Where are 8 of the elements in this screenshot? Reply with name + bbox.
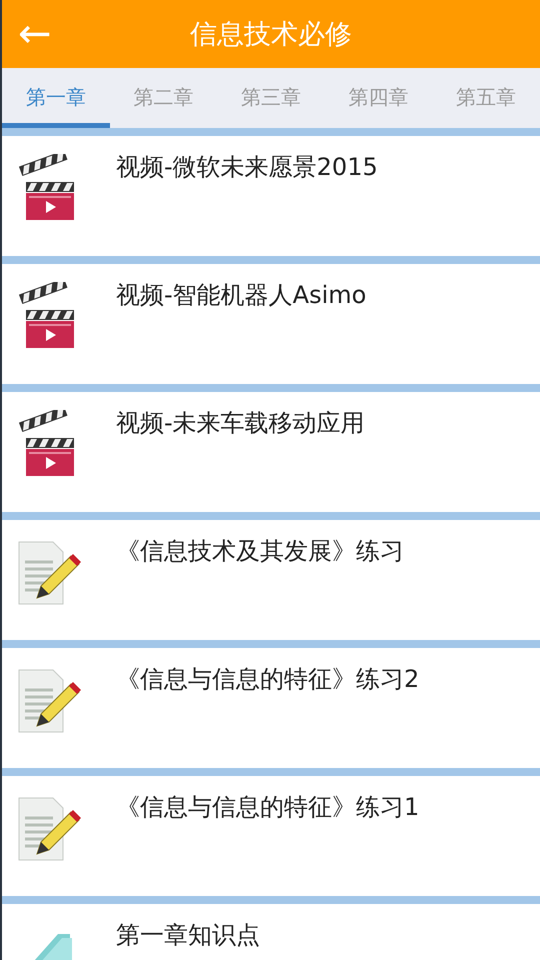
lesson-title[interactable]: 第一章知识点	[116, 904, 260, 950]
lesson-title[interactable]: 《信息与信息的特征》练习1	[116, 776, 420, 822]
lesson-title[interactable]: 视频-微软未来愿景2015	[116, 136, 378, 182]
lesson-title[interactable]: 《信息与信息的特征》练习2	[116, 648, 420, 694]
lesson-title[interactable]: 视频-智能机器人Asimo	[116, 264, 366, 310]
screen-title: 信息技术必修	[190, 19, 352, 50]
lesson-title[interactable]: 《信息技术及其发展》练习	[116, 520, 404, 566]
lesson-title[interactable]: 视频-未来车载移动应用	[116, 392, 365, 438]
